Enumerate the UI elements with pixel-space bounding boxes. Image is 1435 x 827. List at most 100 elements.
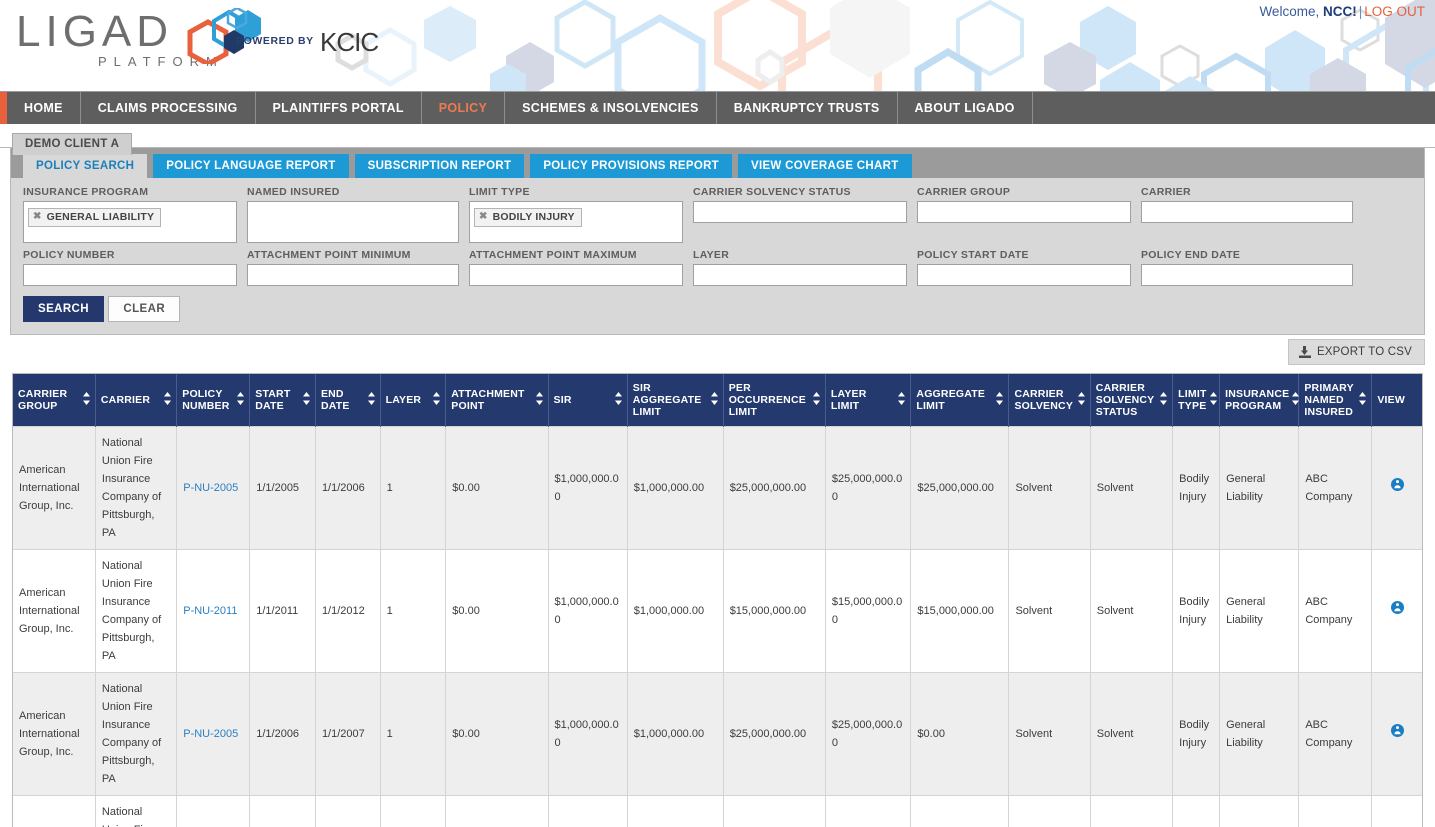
- sort-arrows-icon[interactable]: [614, 391, 622, 408]
- cell-view[interactable]: [1371, 671, 1422, 795]
- policy-number-link[interactable]: P-NU-2011: [183, 605, 237, 617]
- logout-link[interactable]: LOG OUT: [1364, 4, 1425, 19]
- input-carrier-group[interactable]: [917, 201, 1131, 223]
- column-header-policy-number[interactable]: POLICY NUMBER: [176, 374, 251, 426]
- column-header-aggregate-limit[interactable]: AGGREGATE LIMIT: [910, 374, 1010, 426]
- nav-item-claims-processing[interactable]: CLAIMS PROCESSING: [81, 92, 256, 124]
- cell-policy-number[interactable]: P-NU-2005: [176, 794, 251, 827]
- export-to-csv-button[interactable]: EXPORT TO CSV: [1287, 339, 1425, 365]
- sort-arrows-icon[interactable]: [237, 391, 245, 408]
- sort-arrows-icon[interactable]: [82, 391, 90, 408]
- column-header-carrier-group[interactable]: CARRIER GROUP: [13, 374, 96, 426]
- column-header-primary-named-insured[interactable]: PRIMARY NAMED INSURED: [1298, 374, 1373, 426]
- column-header-insurance-program[interactable]: INSURANCE PROGRAM: [1219, 374, 1300, 426]
- cell-end-date: 1/1/2008: [315, 794, 381, 827]
- sort-arrows-icon[interactable]: [1160, 391, 1168, 408]
- cell-carrier-solvency-status: Solvent: [1090, 425, 1174, 549]
- column-header-carrier[interactable]: CARRIER: [95, 374, 178, 426]
- nav-item-schemes-insolvencies[interactable]: SCHEMES & INSOLVENCIES: [505, 92, 717, 124]
- search-button[interactable]: SEARCH: [23, 296, 104, 322]
- sort-arrows-icon[interactable]: [710, 391, 718, 408]
- column-header-per-occurrence-limit[interactable]: PER OCCURRENCE LIMIT: [723, 374, 826, 426]
- input-insurance-program[interactable]: ✖ GENERAL LIABILITY: [23, 201, 237, 243]
- cell-policy-number[interactable]: P-NU-2005: [176, 671, 251, 795]
- cell-sir: $1,000,000.00: [548, 671, 628, 795]
- page-header: Welcome, NCC! | LOG OUT LIGAD PLATFORM POW…: [0, 0, 1435, 92]
- column-header-end-date[interactable]: END DATE: [315, 374, 381, 426]
- cell-carrier-solvency-status: Solvent: [1090, 794, 1174, 827]
- sort-arrows-icon[interactable]: [302, 391, 310, 408]
- tab-policy-search[interactable]: POLICY SEARCH: [23, 154, 148, 178]
- tab-policy-language-report[interactable]: POLICY LANGUAGE REPORT: [153, 154, 349, 178]
- input-policy-start-date[interactable]: [917, 264, 1131, 286]
- chip-remove-icon[interactable]: ✖: [479, 211, 488, 222]
- cell-text: Solvent: [1096, 604, 1134, 617]
- column-header-start-date[interactable]: START DATE: [249, 374, 316, 426]
- sort-arrows-icon[interactable]: [1359, 391, 1367, 408]
- cell-insurance-program: General Liability: [1219, 671, 1300, 795]
- column-header-layer-limit[interactable]: LAYER LIMIT: [825, 374, 912, 426]
- sort-arrows-icon[interactable]: [535, 391, 543, 408]
- chip-bodily-injury[interactable]: ✖ BODILY INJURY: [474, 207, 582, 227]
- policy-number-link[interactable]: P-NU-2005: [183, 728, 238, 740]
- column-header-carrier-solvency-status[interactable]: CARRIER SOLVENCY STATUS: [1090, 374, 1174, 426]
- input-policy-number[interactable]: [23, 264, 237, 286]
- column-header-limit-type[interactable]: LIMIT TYPE: [1172, 374, 1221, 426]
- nav-item-plaintiffs-portal[interactable]: PLAINTIFFS PORTAL: [256, 92, 422, 124]
- input-named-insured[interactable]: [247, 201, 459, 243]
- sort-arrows-icon[interactable]: [1077, 391, 1085, 408]
- cell-text: ABC Company: [1305, 595, 1353, 626]
- column-header-sir-aggregate-limit[interactable]: SIR AGGREGATE LIMIT: [627, 374, 724, 426]
- cell-view[interactable]: [1371, 794, 1422, 827]
- input-layer[interactable]: [693, 264, 907, 286]
- sort-arrows-icon[interactable]: [433, 391, 441, 408]
- info-icon[interactable]: [1390, 724, 1404, 740]
- tab-subscription-report[interactable]: SUBSCRIPTION REPORT: [354, 154, 525, 178]
- input-attachment-point-minimum[interactable]: [247, 264, 459, 286]
- column-header-layer[interactable]: LAYER: [380, 374, 447, 426]
- export-icon: [1298, 346, 1311, 358]
- column-header-attachment-point[interactable]: ATTACHMENT POINT: [445, 374, 549, 426]
- policy-number-link[interactable]: P-NU-2005: [183, 482, 238, 494]
- sort-arrows-icon[interactable]: [367, 391, 375, 408]
- column-header-sir[interactable]: SIR: [548, 374, 628, 426]
- sort-arrows-icon[interactable]: [1209, 391, 1217, 408]
- chip-remove-icon[interactable]: ✖: [33, 211, 42, 222]
- sort-arrows-icon[interactable]: [164, 391, 172, 408]
- info-icon[interactable]: [1390, 478, 1404, 494]
- chip-general-liability[interactable]: ✖ GENERAL LIABILITY: [28, 207, 162, 227]
- info-icon[interactable]: [1390, 601, 1404, 617]
- nav-item-about-ligado[interactable]: ABOUT LIGADO: [898, 92, 1033, 124]
- input-carrier-solvency-status[interactable]: [693, 201, 907, 223]
- tab-view-coverage-chart[interactable]: VIEW COVERAGE CHART: [738, 154, 912, 178]
- column-header-label: LIMIT TYPE: [1178, 387, 1207, 412]
- nav-item-policy[interactable]: POLICY: [422, 92, 506, 124]
- input-carrier[interactable]: [1141, 201, 1353, 223]
- welcome-prefix: Welcome,: [1259, 4, 1323, 19]
- input-policy-end-date[interactable]: [1141, 264, 1353, 286]
- ligado-logo[interactable]: LIGAD PLATFORM: [16, 6, 261, 69]
- column-header-carrier-solvency[interactable]: CARRIER SOLVENCY: [1008, 374, 1091, 426]
- client-tab-demo-client-a[interactable]: DEMO CLIENT A: [12, 133, 133, 155]
- clear-button[interactable]: CLEAR: [108, 296, 181, 322]
- cell-text: American International Group, Inc.: [19, 709, 80, 758]
- cell-attachment-point: $0.00: [445, 794, 549, 827]
- cell-view[interactable]: [1371, 425, 1422, 549]
- cell-carrier-solvency: Solvent: [1008, 425, 1091, 549]
- cell-aggregate-limit: $0.00: [910, 794, 1010, 827]
- sort-arrows-icon[interactable]: [996, 391, 1004, 408]
- cell-layer-limit: $25,000,000.00: [825, 794, 912, 827]
- sort-arrows-icon[interactable]: [812, 391, 820, 408]
- nav-item-home[interactable]: HOME: [7, 92, 81, 124]
- cell-carrier: National Union Fire Insurance Company of…: [95, 548, 178, 672]
- tab-policy-provisions-report[interactable]: POLICY PROVISIONS REPORT: [530, 154, 732, 178]
- input-limit-type[interactable]: ✖ BODILY INJURY: [469, 201, 683, 243]
- cell-policy-number[interactable]: P-NU-2005: [176, 425, 251, 549]
- sort-arrows-icon[interactable]: [898, 391, 906, 408]
- cell-view[interactable]: [1371, 548, 1422, 672]
- input-attachment-point-maximum[interactable]: [469, 264, 683, 286]
- nav-item-bankruptcy-trusts[interactable]: BANKRUPTCY TRUSTS: [717, 92, 898, 124]
- cell-per-occurrence-limit: $25,000,000.00: [723, 425, 826, 549]
- cell-policy-number[interactable]: P-NU-2011: [176, 548, 251, 672]
- column-header-label: POLICY NUMBER: [182, 387, 230, 412]
